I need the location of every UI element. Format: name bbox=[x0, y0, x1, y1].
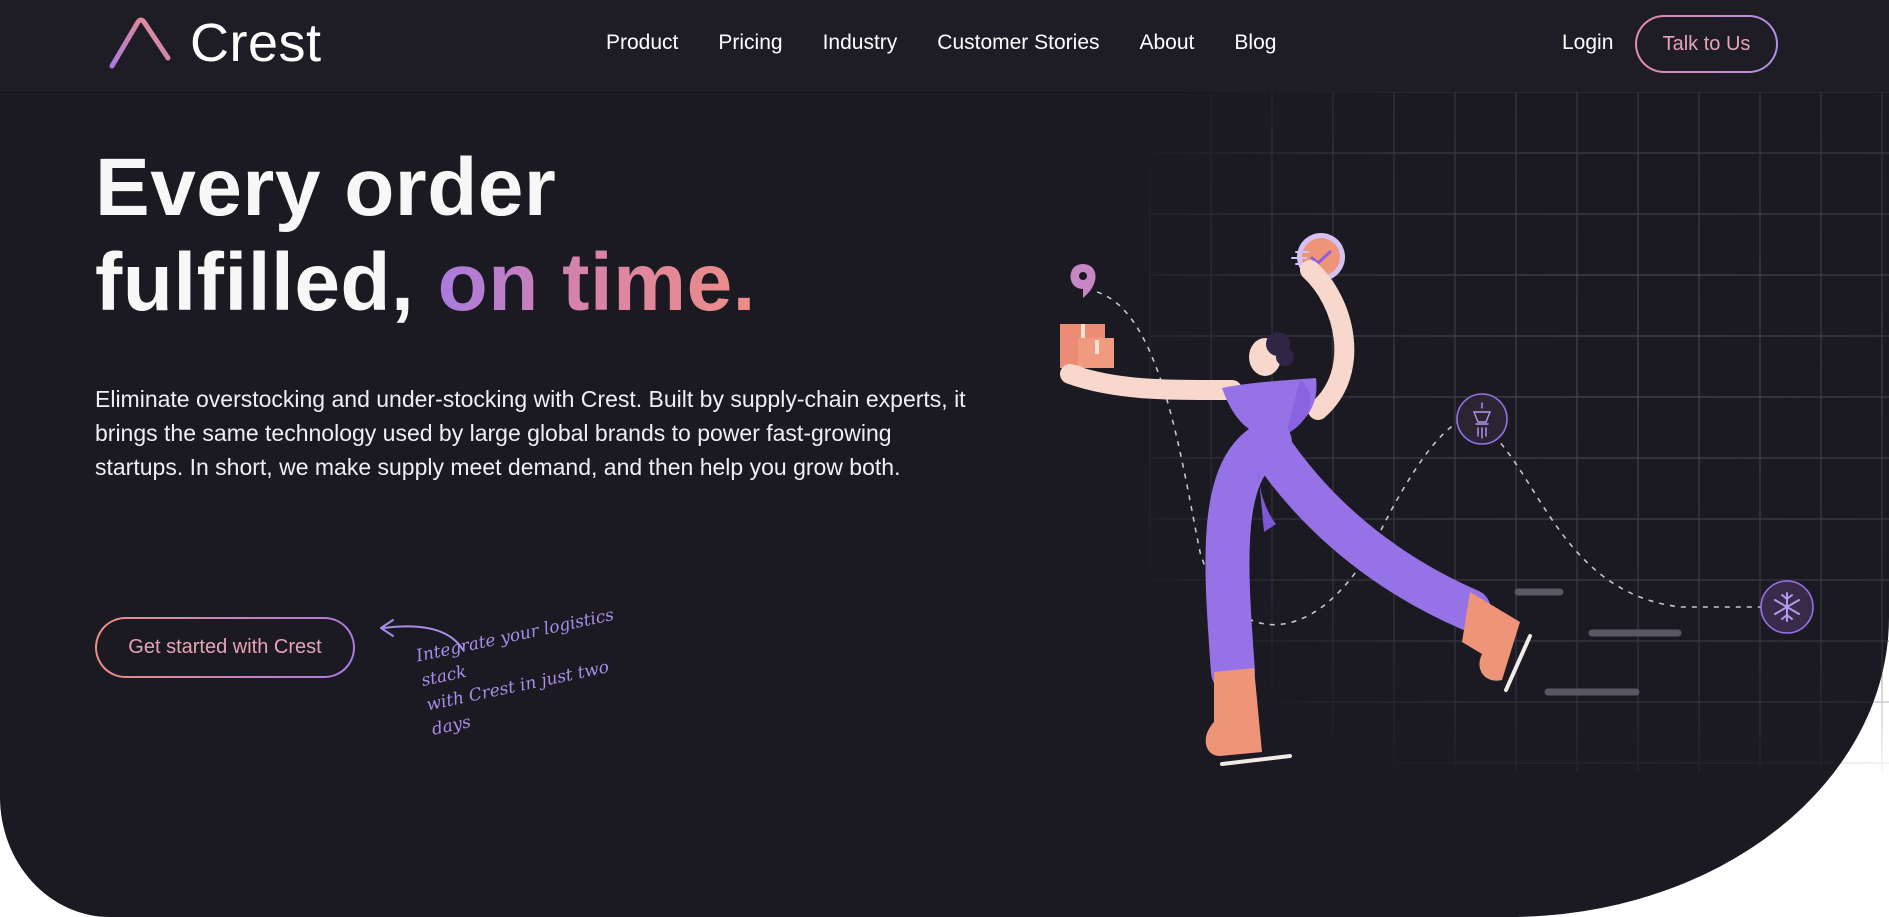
nav-link-customer-stories[interactable]: Customer Stories bbox=[937, 31, 1099, 55]
headline-line-1: Every order bbox=[95, 142, 557, 233]
talk-to-us-button[interactable]: Talk to Us bbox=[1635, 15, 1778, 73]
nav-link-about[interactable]: About bbox=[1140, 31, 1195, 55]
nav-link-product[interactable]: Product bbox=[606, 31, 678, 55]
location-pin-icon bbox=[1070, 264, 1096, 298]
brand-name: Crest bbox=[190, 13, 322, 73]
nav-link-blog[interactable]: Blog bbox=[1234, 31, 1276, 55]
hero-headline: Every order fulfilled, on time. bbox=[95, 140, 756, 330]
headline-accent: on time. bbox=[437, 237, 756, 328]
speed-lines bbox=[1514, 588, 1682, 696]
nav-link-pricing[interactable]: Pricing bbox=[718, 31, 782, 55]
skating-person-illustration bbox=[1060, 260, 1532, 766]
crest-logo[interactable]: Crest bbox=[108, 14, 322, 72]
lantern-icon bbox=[1456, 393, 1508, 445]
snowflake-icon bbox=[1760, 580, 1814, 634]
main-nav: Product Pricing Industry Customer Storie… bbox=[606, 31, 1316, 55]
login-link[interactable]: Login bbox=[1562, 31, 1613, 55]
hero-description: Eliminate overstocking and under-stockin… bbox=[95, 386, 966, 480]
nav-link-industry[interactable]: Industry bbox=[823, 31, 898, 55]
headline-line-2-plain: fulfilled, bbox=[95, 237, 415, 328]
navbar: Crest Product Pricing Industry Customer … bbox=[0, 0, 1889, 93]
crest-logo-mark-icon bbox=[109, 17, 173, 69]
get-started-button[interactable]: Get started with Crest bbox=[95, 617, 355, 678]
package-icon bbox=[1060, 324, 1114, 368]
hero-illustration bbox=[1060, 92, 1889, 772]
